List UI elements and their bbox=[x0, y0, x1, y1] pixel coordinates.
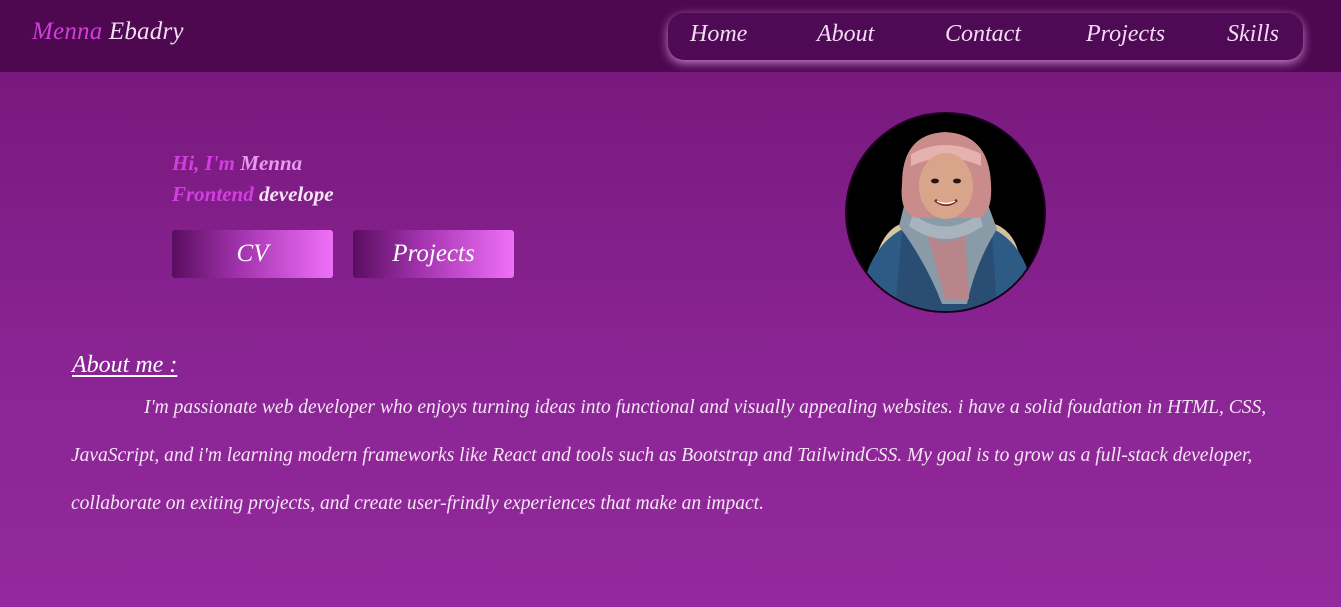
about-paragraph: I'm passionate web developer who enjoys … bbox=[71, 397, 1267, 514]
nav-item-about[interactable]: About bbox=[817, 21, 874, 48]
nav-item-home[interactable]: Home bbox=[690, 21, 747, 48]
hero-role: Frontend developer bbox=[172, 179, 334, 210]
avatar bbox=[845, 112, 1046, 313]
greeting-name: Menna bbox=[240, 151, 303, 175]
nav-item-contact[interactable]: Contact bbox=[945, 21, 1021, 48]
hero-greeting: Hi, I'm Menna bbox=[172, 148, 334, 179]
role-first-word: Frontend bbox=[172, 182, 254, 206]
profile-photo-icon bbox=[847, 114, 1044, 311]
hero-title: Hi, I'm Menna Frontend developer bbox=[172, 148, 334, 210]
cv-button[interactable]: CV bbox=[172, 230, 333, 278]
main-nav: Home About Contact Projects Skills bbox=[668, 13, 1303, 60]
brand-logo[interactable]: Menna Ebadry bbox=[32, 18, 184, 46]
brand-last-name: Ebadry bbox=[108, 18, 184, 45]
brand-first-name: Menna bbox=[32, 18, 103, 45]
about-heading: About me : bbox=[72, 352, 178, 378]
nav-item-skills[interactable]: Skills bbox=[1227, 21, 1279, 48]
nav-item-projects[interactable]: Projects bbox=[1086, 21, 1165, 48]
site-header: Menna Ebadry Home About Contact Projects… bbox=[0, 0, 1341, 72]
role-rest: developer bbox=[258, 182, 334, 206]
greeting-hi: Hi, I'm bbox=[172, 151, 236, 175]
projects-button[interactable]: Projects bbox=[353, 230, 514, 278]
